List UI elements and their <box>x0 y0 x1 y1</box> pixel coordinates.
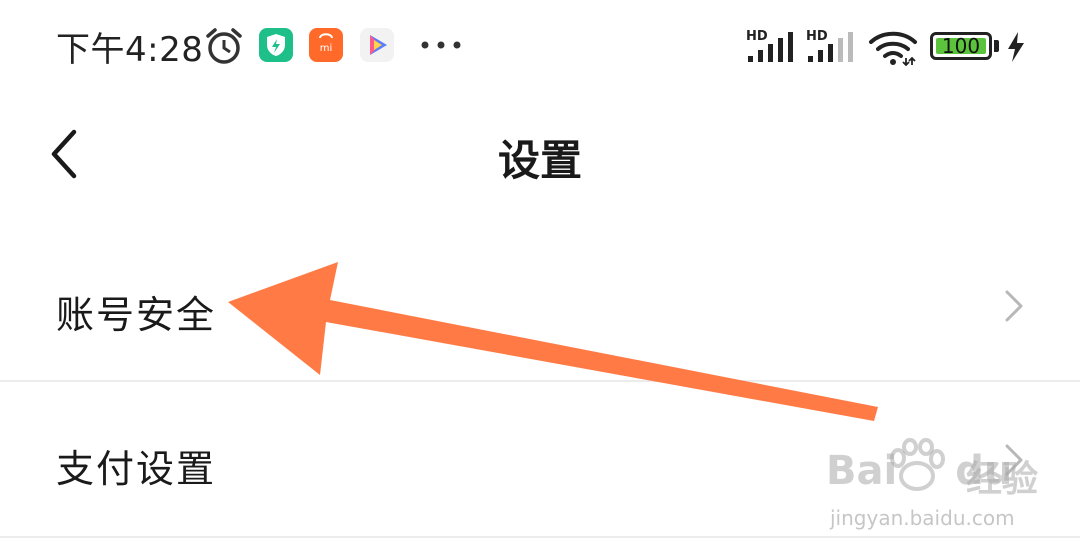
page-title: 设置 <box>497 136 582 185</box>
status-bar: 下午4:28 mi HD HD 100 <box>0 0 1080 96</box>
mi-store-app-icon: mi <box>309 28 343 62</box>
watermark-url: jingyan.baidu.com <box>830 506 1015 530</box>
svg-text:mi: mi <box>320 43 333 54</box>
baidu-watermark: Bai du 经验 jingyan.baidu.com <box>826 438 1066 538</box>
video-app-icon <box>360 28 394 62</box>
charging-icon <box>1008 32 1024 62</box>
alarm-icon <box>206 28 242 64</box>
status-time: 下午4:28 <box>56 30 204 70</box>
settings-item-label: 支付设置 <box>56 447 217 491</box>
settings-item-account-security[interactable]: 账号安全 <box>0 230 1080 380</box>
svg-text:HD: HD <box>746 29 768 44</box>
settings-item-label: 账号安全 <box>56 293 217 337</box>
hd-signal-icon-2: HD <box>806 29 853 62</box>
svg-text:HD: HD <box>806 29 828 44</box>
hd-signal-icon: HD <box>746 29 793 62</box>
wifi-icon <box>869 31 917 66</box>
chevron-right-icon <box>1005 290 1023 322</box>
battery-level: 100 <box>941 34 981 58</box>
security-app-icon <box>259 28 293 62</box>
battery-cap <box>994 40 999 52</box>
battery-icon: 100 <box>930 32 992 60</box>
watermark-brand-cn: 经验 <box>966 459 1039 500</box>
more-notifications-icon <box>421 41 461 49</box>
